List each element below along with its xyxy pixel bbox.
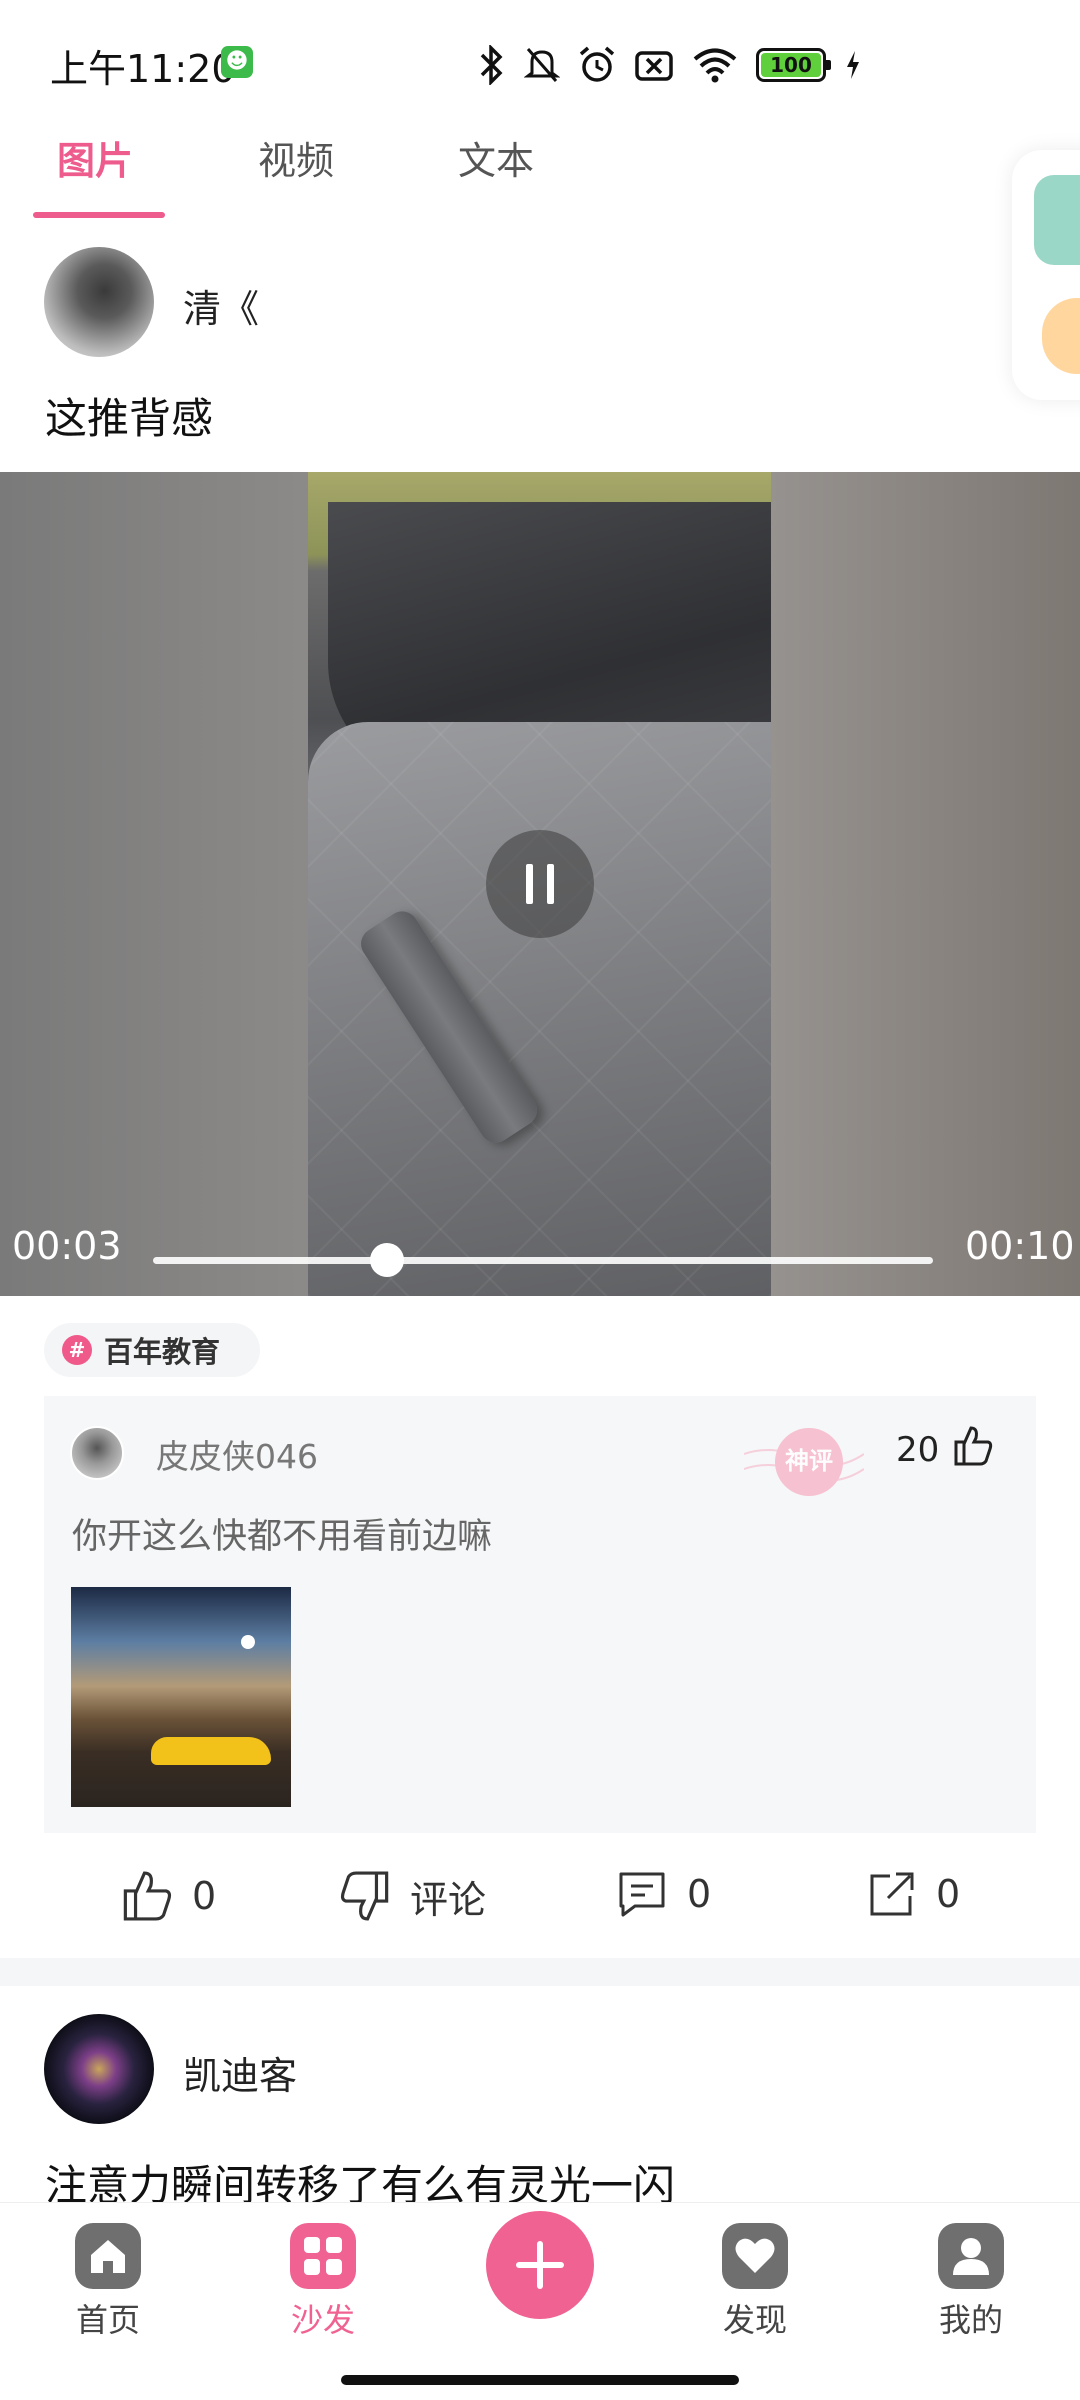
nav-sofa-label: 沙发	[290, 2301, 355, 2339]
comment-thumbs-up-icon[interactable]	[952, 1424, 994, 1468]
wifi-icon	[693, 48, 737, 83]
tab-text[interactable]: 文本	[458, 130, 534, 185]
nav-profile[interactable]: 我的	[911, 2223, 1031, 2341]
video-current-time: 00:03	[12, 1224, 122, 1268]
nav-discover[interactable]: 发现	[695, 2223, 815, 2341]
battery-level: 100	[761, 53, 821, 77]
stamp-text: 神评	[785, 1447, 833, 1475]
post-author-name[interactable]: 清《	[183, 278, 259, 333]
nav-sofa[interactable]: 沙发	[263, 2223, 383, 2341]
status-bar: 上午11:20 ☻ 100	[0, 0, 1080, 120]
charging-icon	[847, 51, 859, 79]
commenter-avatar[interactable]	[70, 1426, 124, 1480]
tab-videos[interactable]: 视频	[258, 130, 334, 185]
bluetooth-icon	[480, 45, 503, 85]
alarm-icon	[579, 46, 615, 82]
post-text: 这推背感	[45, 394, 214, 443]
thumbs-down-icon	[340, 1871, 389, 1921]
floating-app-icon[interactable]	[1034, 175, 1080, 265]
topic-tag-label: 百年教育	[104, 1335, 221, 1369]
floating-gift-icon[interactable]	[1042, 298, 1080, 374]
home-icon	[75, 2223, 141, 2289]
topic-tag[interactable]: # 百年教育	[44, 1323, 261, 1377]
pause-button[interactable]	[486, 830, 594, 938]
like-count: 0	[192, 1874, 217, 1918]
mute-icon	[524, 48, 560, 82]
dislike-button[interactable]: 评论	[338, 1868, 486, 1924]
comment-button[interactable]: 0	[615, 1868, 711, 1920]
profile-icon	[938, 2223, 1004, 2289]
comment-icon	[619, 1872, 665, 1917]
android-app-icon: ☻	[221, 46, 253, 78]
battery-icon: 100	[756, 48, 831, 82]
nav-profile-label: 我的	[938, 2301, 1003, 2339]
post-author-name[interactable]: 凯迪客	[183, 2045, 297, 2100]
status-icons: 100	[478, 40, 862, 90]
active-tab-indicator	[33, 212, 165, 218]
grid-icon	[290, 2223, 356, 2289]
commenter-name[interactable]: 皮皮侠046	[156, 1430, 318, 1478]
content-tabs: 图片 视频 文本	[0, 120, 1000, 220]
like-button[interactable]: 0	[120, 1868, 216, 1924]
comment-text: 你开这么快都不用看前边嘛	[72, 1517, 493, 1557]
video-progress-bar[interactable]	[153, 1243, 933, 1277]
nav-home-label: 首页	[75, 2301, 140, 2339]
share-count: 0	[936, 1872, 961, 1916]
hashtag-icon: #	[62, 1335, 92, 1365]
video-total-time: 00:10	[965, 1224, 1075, 1268]
post-author-avatar[interactable]	[44, 2014, 154, 2124]
top-comment-card[interactable]: 皮皮侠046 神评 20 你开这么快都不用看前边嘛	[44, 1396, 1036, 1833]
add-post-button[interactable]	[486, 2211, 594, 2319]
home-indicator	[341, 2375, 739, 2385]
video-player[interactable]: 00:03 00:10	[0, 472, 1080, 1296]
comment-image[interactable]	[71, 1587, 291, 1807]
god-comment-stamp-icon: 神评	[744, 1428, 864, 1496]
tab-images[interactable]: 图片	[57, 130, 133, 185]
post-actions-bar: 0 评论 0 0	[0, 1858, 1080, 1948]
heart-icon	[722, 2223, 788, 2289]
comment-like-count: 20	[896, 1430, 940, 1470]
dislike-label: 评论	[410, 1877, 487, 1922]
nav-home[interactable]: 首页	[48, 2223, 168, 2341]
video-progress-handle[interactable]	[370, 1243, 404, 1277]
status-time: 上午11:20	[50, 47, 236, 91]
share-button[interactable]: 0	[864, 1868, 960, 1920]
post-author-avatar[interactable]	[44, 247, 154, 357]
sim-off-icon	[635, 51, 673, 81]
comment-count: 0	[687, 1872, 712, 1916]
nav-discover-label: 发现	[722, 2301, 787, 2339]
bottom-navigation: 首页 沙发 发现 我的	[0, 2202, 1080, 2400]
share-icon	[870, 1872, 914, 1916]
post-divider	[0, 1958, 1080, 1986]
floating-side-panel	[1012, 150, 1080, 400]
thumbs-up-icon	[123, 1871, 172, 1921]
